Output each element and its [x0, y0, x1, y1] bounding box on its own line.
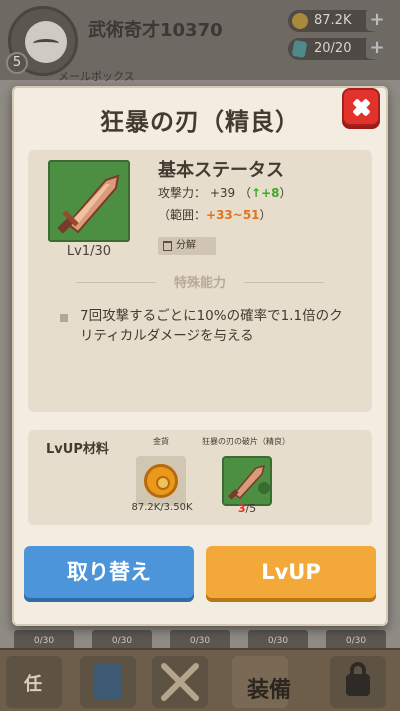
blade-icon [57, 174, 120, 234]
player-level-badge: 5 [6, 52, 28, 74]
fragment-material-slot[interactable] [222, 456, 272, 506]
range-close: ） [259, 208, 272, 222]
lvup-button[interactable]: LvUP [206, 546, 376, 598]
nav-tab-locked[interactable] [330, 656, 386, 708]
trash-icon [163, 241, 172, 251]
top-bar: 5 武術奇才10370 メールボックス 87.2K + 20/20 + [0, 0, 400, 83]
special-ability-description: 7回攻撃するごとに10%の確率で1.1倍のクリティカルダメージを与える [80, 308, 343, 344]
add-gem-button[interactable]: + [366, 37, 388, 59]
gem-icon [291, 39, 308, 59]
fragment-material-label: 狂暴の刃の破片（精良） [202, 437, 290, 446]
blade-fragment-icon [228, 464, 270, 500]
attack-up-close: ） [279, 186, 292, 200]
item-info-panel: Lv1/30 基本ステータス 攻撃力： +39 （↑+8） （範囲：+33~51… [28, 150, 372, 412]
gold-coin-icon [144, 464, 178, 498]
item-image [48, 160, 130, 242]
gold-coin-icon [292, 13, 308, 29]
nav-tab-battle[interactable] [152, 656, 208, 708]
modal-title: 狂暴の刃（精良） [100, 108, 300, 136]
attack-range: （範囲：+33~51） [158, 206, 272, 223]
divider-right [244, 282, 324, 283]
crossed-swords-icon [161, 663, 199, 701]
book-icon [94, 664, 122, 700]
add-gold-button[interactable]: + [366, 9, 388, 31]
task-icon: 任 [24, 674, 42, 695]
attack-up-open: （ [239, 186, 252, 200]
attack-value: +39 [209, 186, 236, 200]
materials-title: LvUP材料 [46, 442, 109, 457]
base-stats-title: 基本ステータス [158, 160, 284, 181]
item-level: Lv1/30 [66, 244, 112, 259]
range-value: +33~51 [206, 208, 260, 222]
gem-amount: 20/20 [314, 41, 352, 56]
disassemble-label: 分解 [176, 240, 196, 251]
nav-tab-book[interactable] [80, 656, 136, 708]
bottom-nav: 任 [0, 648, 400, 711]
bullet-icon [60, 314, 68, 322]
fragment-material-count: 3/5 [222, 502, 272, 515]
attack-label: 攻撃力： [158, 186, 207, 200]
close-button[interactable] [342, 88, 380, 126]
item-detail-modal: 狂暴の刃（精良） Lv1/30 基本ステータス 攻撃力： +39 （↑+8） （… [12, 86, 388, 626]
attack-stat: 攻撃力： +39 （↑+8） [158, 184, 292, 201]
player-name: 武術奇才10370 [88, 20, 223, 41]
nav-equipment-label: 装備 [247, 678, 292, 703]
gem-counter: 20/20 + [288, 37, 388, 60]
lock-shackle [350, 662, 366, 678]
swap-button[interactable]: 取り替え [24, 546, 194, 598]
gold-counter: 87.2K + [288, 9, 388, 32]
fragment-need: /5 [245, 502, 257, 515]
disassemble-button[interactable]: 分解 [158, 237, 216, 255]
mailbox-button[interactable]: メールボックス [58, 68, 135, 84]
gold-material-label: 金貨 [153, 437, 169, 446]
gold-amount: 87.2K [314, 13, 352, 28]
range-open: （範囲： [158, 208, 207, 222]
attack-increase: ↑+8 [251, 186, 280, 200]
nav-tab-tasks[interactable]: 任 [6, 656, 62, 708]
avatar-face-icon [25, 21, 67, 63]
lvup-materials-panel: LvUP材料 金貨 87.2K/3.50K 狂暴の刃の破片（精良） 3/5 [28, 430, 372, 525]
gold-material-count: 87.2K/3.50K [131, 502, 193, 513]
gold-material-slot[interactable] [136, 456, 186, 506]
